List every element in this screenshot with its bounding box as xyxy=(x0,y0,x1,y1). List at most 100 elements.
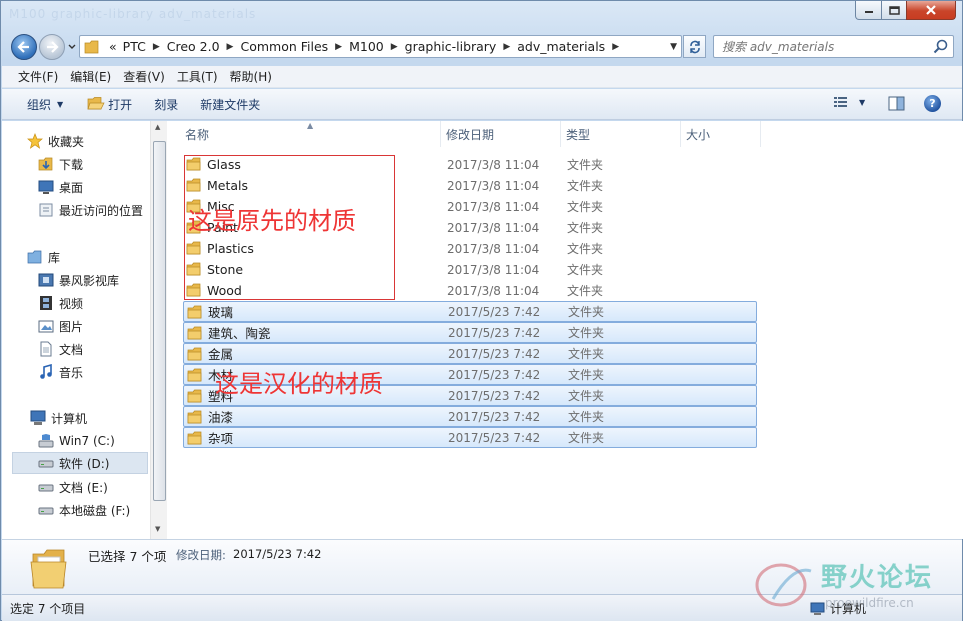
file-row[interactable]: 木材 2017/5/23 7:42 文件夹 xyxy=(183,364,757,385)
open-button[interactable]: 打开 xyxy=(79,96,140,113)
address-bar[interactable]: « PTC ▶ Creo 2.0 ▶ Common Files ▶ M100 ▶… xyxy=(79,35,682,58)
file-row[interactable]: Glass 2017/3/8 11:04 文件夹 xyxy=(183,154,757,175)
nav-videos[interactable]: 视频 xyxy=(38,292,83,314)
help-icon[interactable]: ? xyxy=(924,95,941,112)
new-folder-button[interactable]: 新建文件夹 xyxy=(192,96,268,113)
modified-date-value: 2017/5/23 7:42 xyxy=(233,547,322,561)
video-library-icon xyxy=(38,273,54,287)
column-header-name[interactable]: 名称 xyxy=(180,121,441,147)
file-row[interactable]: 油漆 2017/5/23 7:42 文件夹 xyxy=(183,406,757,427)
file-date: 2017/3/8 11:04 xyxy=(447,199,540,214)
scroll-up-icon[interactable]: ▲ xyxy=(155,123,160,131)
crumb-creo[interactable]: Creo 2.0 xyxy=(164,39,223,54)
file-type: 文件夹 xyxy=(567,263,604,277)
drive-icon xyxy=(38,507,54,515)
nav-documents[interactable]: 文档 xyxy=(38,338,83,360)
system-drive-icon xyxy=(38,434,54,448)
document-icon xyxy=(40,341,52,357)
nav-downloads-label: 下载 xyxy=(59,157,84,172)
organize-button[interactable]: 组织 ▼ xyxy=(19,96,71,113)
file-row[interactable]: Stone 2017/3/8 11:04 文件夹 xyxy=(183,259,757,280)
nav-recent[interactable]: 最近访问的位置 xyxy=(38,199,143,221)
file-name: 木材 xyxy=(208,368,234,383)
search-input[interactable] xyxy=(714,36,926,57)
menu-tools[interactable]: 工具(T) xyxy=(171,68,224,85)
file-date: 2017/5/23 7:42 xyxy=(448,388,541,403)
nav-desktop[interactable]: 桌面 xyxy=(38,176,83,198)
crumb-separator-icon[interactable]: ▶ xyxy=(608,42,623,52)
minimize-button[interactable] xyxy=(855,1,882,20)
file-row[interactable]: Misc 2017/3/8 11:04 文件夹 xyxy=(183,196,757,217)
file-name: Paint xyxy=(207,220,238,235)
drive-icon xyxy=(38,484,54,492)
search-icon[interactable] xyxy=(933,39,948,54)
recent-pages-button[interactable] xyxy=(67,41,77,53)
burn-button[interactable]: 刻录 xyxy=(146,96,186,113)
download-folder-icon xyxy=(38,157,53,171)
maximize-button[interactable] xyxy=(881,1,907,20)
file-type: 文件夹 xyxy=(567,284,604,298)
crumb-adv-materials[interactable]: adv_materials xyxy=(514,39,608,54)
scroll-down-icon[interactable]: ▼ xyxy=(155,525,160,533)
nav-favorites[interactable]: 收藏夹 xyxy=(27,130,84,152)
folder-icon xyxy=(187,410,202,424)
file-row[interactable]: 杂项 2017/5/23 7:42 文件夹 xyxy=(183,427,757,448)
file-row[interactable]: Plastics 2017/3/8 11:04 文件夹 xyxy=(183,238,757,259)
nav-music[interactable]: 音乐 xyxy=(38,361,83,383)
crumb-separator-icon[interactable]: ▶ xyxy=(223,42,238,52)
address-overflow[interactable]: « xyxy=(106,39,120,54)
file-name: 塑料 xyxy=(208,389,234,404)
crumb-m100[interactable]: M100 xyxy=(346,39,387,54)
crumb-separator-icon[interactable]: ▶ xyxy=(331,42,346,52)
crumb-separator-icon[interactable]: ▶ xyxy=(499,42,514,52)
nav-computer[interactable]: 计算机 xyxy=(30,407,87,429)
nav-storm-video[interactable]: 暴风影视库 xyxy=(38,269,119,291)
menu-view[interactable]: 查看(V) xyxy=(117,68,171,85)
search-box[interactable] xyxy=(713,35,954,58)
nav-downloads[interactable]: 下载 xyxy=(38,153,83,175)
change-view-button[interactable]: ▼ xyxy=(833,95,865,109)
file-type: 文件夹 xyxy=(568,389,605,403)
nav-drive-f[interactable]: 本地磁盘 (F:) xyxy=(38,499,130,521)
new-folder-label: 新建文件夹 xyxy=(200,97,261,112)
file-row[interactable]: 建筑、陶瓷 2017/5/23 7:42 文件夹 xyxy=(183,322,757,343)
crumb-graphic-library[interactable]: graphic-library xyxy=(402,39,500,54)
nav-drive-c[interactable]: Win7 (C:) xyxy=(38,430,115,452)
file-row[interactable]: 玻璃 2017/5/23 7:42 文件夹 xyxy=(183,301,757,322)
file-name: 杂项 xyxy=(208,431,234,446)
nav-pictures[interactable]: 图片 xyxy=(38,315,83,337)
refresh-icon xyxy=(689,40,700,53)
close-button[interactable] xyxy=(906,1,956,20)
menu-file[interactable]: 文件(F) xyxy=(12,68,64,85)
preview-pane-icon[interactable] xyxy=(888,96,905,111)
crumb-separator-icon[interactable]: ▶ xyxy=(149,42,164,52)
file-name: 油漆 xyxy=(208,410,234,425)
menu-help[interactable]: 帮助(H) xyxy=(224,68,278,85)
address-dropdown-icon[interactable]: ▼ xyxy=(670,42,677,52)
crumb-ptc[interactable]: PTC xyxy=(120,39,149,54)
column-header-type[interactable]: 类型 xyxy=(561,121,681,147)
nav-scrollbar-thumb[interactable] xyxy=(153,141,166,501)
back-button[interactable] xyxy=(11,34,37,60)
nav-libraries[interactable]: 库 xyxy=(27,246,60,268)
file-name: Wood xyxy=(207,283,242,298)
file-row[interactable]: 塑料 2017/5/23 7:42 文件夹 xyxy=(183,385,757,406)
nav-scrollbar[interactable]: ▲ ▼ xyxy=(150,121,167,539)
file-row[interactable]: 金属 2017/5/23 7:42 文件夹 xyxy=(183,343,757,364)
refresh-button[interactable] xyxy=(683,35,706,58)
forward-button[interactable] xyxy=(39,34,65,60)
command-bar: 组织 ▼ 打开 刻录 新建文件夹 xyxy=(2,89,962,120)
crumb-separator-icon[interactable]: ▶ xyxy=(387,42,402,52)
file-row[interactable]: Paint 2017/3/8 11:04 文件夹 xyxy=(183,217,757,238)
menu-edit[interactable]: 编辑(E) xyxy=(64,68,117,85)
nav-drive-e[interactable]: 文档 (E:) xyxy=(38,476,108,498)
file-date: 2017/5/23 7:42 xyxy=(448,325,541,340)
nav-drive-d[interactable]: 软件 (D:) xyxy=(12,452,148,474)
file-row[interactable]: Metals 2017/3/8 11:04 文件夹 xyxy=(183,175,757,196)
nav-libraries-label: 库 xyxy=(48,250,61,265)
file-row[interactable]: Wood 2017/3/8 11:04 文件夹 xyxy=(183,280,757,301)
folder-icon xyxy=(186,220,201,234)
column-header-size[interactable]: 大小 xyxy=(681,121,761,147)
column-header-date[interactable]: 修改日期 xyxy=(441,121,561,147)
crumb-common-files[interactable]: Common Files xyxy=(237,39,331,54)
